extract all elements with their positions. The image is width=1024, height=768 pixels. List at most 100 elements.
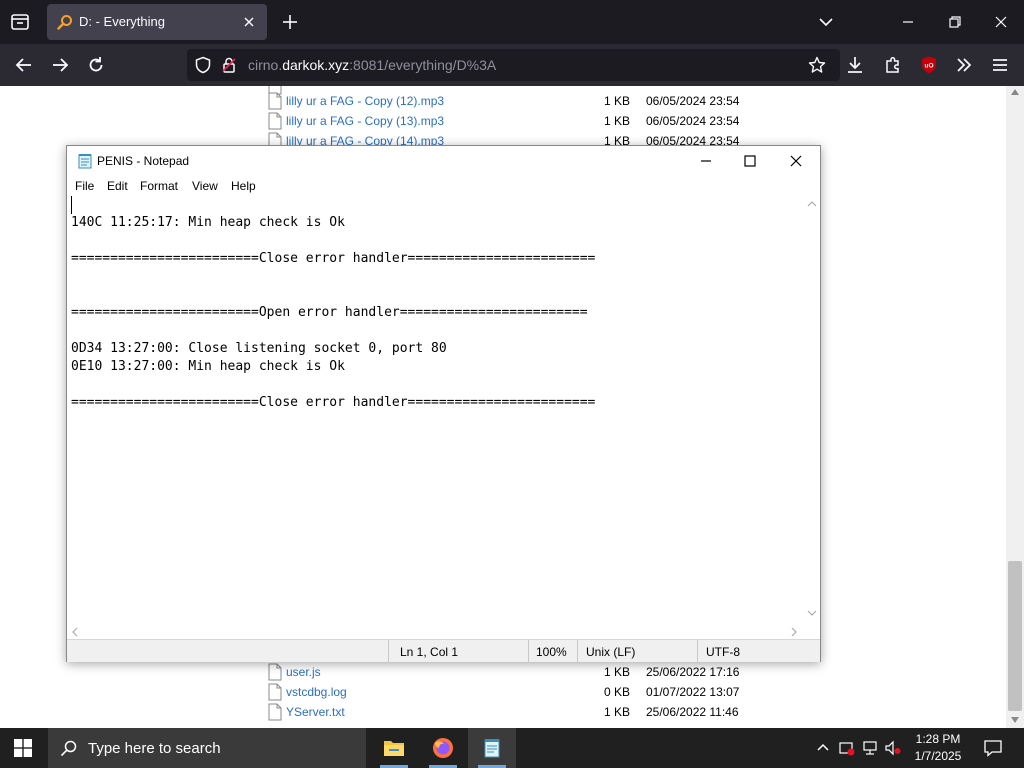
page-vertical-scrollbar[interactable] [1006,86,1024,728]
file-name-link[interactable]: YServer.txt [286,705,345,719]
file-icon [268,112,282,130]
notepad-app-icon [78,154,92,169]
text-caret [71,196,72,214]
browser-navigation-bar: cirno.darkok.xyz:8081/everything/D%3A uO [0,44,1024,86]
notepad-window[interactable]: PENIS - Notepad File Edit Format View He… [66,145,821,662]
notepad-maximize-icon[interactable] [740,151,760,171]
ublock-origin-icon[interactable]: uO [919,55,939,75]
menu-file[interactable]: File [75,179,94,193]
file-name-link[interactable]: lilly ur a FAG - Copy (12).mp3 [286,94,444,108]
notepad-text-area[interactable]: 140C 11:25:17: Min heap check is Ok ====… [67,196,804,623]
taskbar-file-explorer[interactable] [370,728,418,768]
list-all-tabs-chevron-icon[interactable] [816,12,836,32]
taskbar-search-box[interactable]: Type here to search [48,728,366,768]
downloads-icon[interactable] [845,55,865,75]
url-host-prefix: cirno. [248,57,283,73]
file-icon [268,703,282,721]
firefox-logo-icon [433,738,453,758]
status-separator [528,640,529,662]
file-size: 1 KB [603,94,630,108]
file-date: 25/06/2022 11:46 [646,705,739,719]
list-item[interactable]: YServer.txt 1 KB 25/06/2022 11:46 [268,702,768,722]
file-size: 1 KB [603,114,630,128]
search-icon [60,740,77,757]
status-cursor-position: Ln 1, Col 1 [400,645,459,659]
browser-tab-active[interactable]: D: - Everything [47,4,267,40]
file-icon [268,92,282,110]
scroll-up-arrow-icon[interactable] [807,200,817,208]
show-hidden-icons-chevron-icon[interactable] [815,740,831,756]
file-size: 1 KB [603,665,630,679]
menu-format[interactable]: Format [140,179,178,193]
list-item[interactable]: user.js 1 KB 25/06/2022 17:16 [268,662,768,682]
list-item[interactable]: lilly ur a FAG - Copy (13).mp3 1 KB 06/0… [268,111,768,131]
notepad-close-icon[interactable] [786,151,806,171]
menu-help[interactable]: Help [231,179,256,193]
reload-icon[interactable] [86,55,106,75]
file-size: 1 KB [603,705,630,719]
search-placeholder: Type here to search [88,740,221,757]
notepad-menu-bar: File Edit Format View Help [67,176,820,197]
minimize-window-icon[interactable] [898,12,918,32]
notifications-icon[interactable] [984,739,1002,757]
list-item[interactable]: lilly ur a FAG - Copy (12).mp3 1 KB 06/0… [268,91,768,111]
file-date: 06/05/2024 23:54 [646,94,740,108]
restore-window-icon[interactable] [945,12,965,32]
list-item[interactable]: vstcdbg.log 0 KB 01/07/2022 13:07 [268,682,768,702]
notepad-title-bar[interactable]: PENIS - Notepad [67,146,820,176]
url-path: :8081/everything/D%3A [349,57,497,73]
scroll-up-arrow-icon[interactable] [1010,88,1020,96]
file-name-link[interactable]: vstcdbg.log [286,685,347,699]
taskbar-notepad[interactable] [468,728,516,768]
notepad-status-bar: Ln 1, Col 1 100% Unix (LF) UTF-8 [67,639,820,662]
file-size: 0 KB [603,685,630,699]
network-icon[interactable] [862,740,878,756]
bookmark-star-icon[interactable] [808,56,826,74]
menu-edit[interactable]: Edit [107,179,128,193]
scroll-down-arrow-icon[interactable] [1010,716,1020,724]
extensions-puzzle-icon[interactable] [883,55,903,75]
back-arrow-icon[interactable] [14,55,34,75]
insecure-connection-lock-icon[interactable] [220,56,238,74]
tab-title: D: - Everything [79,14,165,29]
file-name-link[interactable]: user.js [286,665,321,679]
close-tab-icon[interactable] [241,14,257,30]
magnifier-favicon-icon [57,15,72,30]
file-date: 06/05/2024 23:54 [646,114,740,128]
clock-date[interactable]: 1/7/2025 [902,749,974,763]
status-zoom: 100% [536,645,567,659]
close-window-icon[interactable] [991,12,1011,32]
taskbar-firefox[interactable] [419,728,467,768]
url-text[interactable]: cirno.darkok.xyz:8081/everything/D%3A [248,57,496,73]
scroll-down-arrow-icon[interactable] [807,609,817,617]
volume-muted-icon[interactable] [885,740,901,756]
new-tab-plus-icon[interactable] [280,12,300,32]
page-scroll-thumb[interactable] [1008,561,1022,711]
firefox-view-icon[interactable] [8,10,32,34]
hamburger-menu-icon[interactable] [990,55,1010,75]
more-tools-chevrons-icon[interactable] [954,55,974,75]
scroll-left-arrow-icon[interactable] [71,627,79,637]
url-bar[interactable]: cirno.darkok.xyz:8081/everything/D%3A [187,49,840,81]
scrollbar-corner [804,623,820,639]
browser-tab-bar: D: - Everything [0,0,1024,44]
tracking-protection-shield-icon[interactable] [194,56,212,74]
notepad-horizontal-scrollbar[interactable] [67,623,804,639]
notepad-vertical-scrollbar[interactable] [804,196,820,623]
notepad-app-icon [484,739,500,758]
scroll-right-arrow-icon[interactable] [790,627,798,637]
windows-start-icon[interactable] [14,739,32,757]
status-separator [697,640,698,662]
status-separator [577,640,578,662]
clock-time[interactable]: 1:28 PM [902,732,974,746]
security-center-icon[interactable] [839,740,855,756]
file-name-link[interactable]: lilly ur a FAG - Copy (13).mp3 [286,114,444,128]
svg-text:uO: uO [924,63,933,70]
forward-arrow-icon[interactable] [50,55,70,75]
notepad-content[interactable]: 140C 11:25:17: Min heap check is Ok ====… [71,214,595,412]
file-date: 25/06/2022 17:16 [646,665,740,679]
notepad-minimize-icon[interactable] [696,151,716,171]
file-icon [268,663,282,681]
menu-view[interactable]: View [192,179,218,193]
file-date: 01/07/2022 13:07 [646,685,740,699]
